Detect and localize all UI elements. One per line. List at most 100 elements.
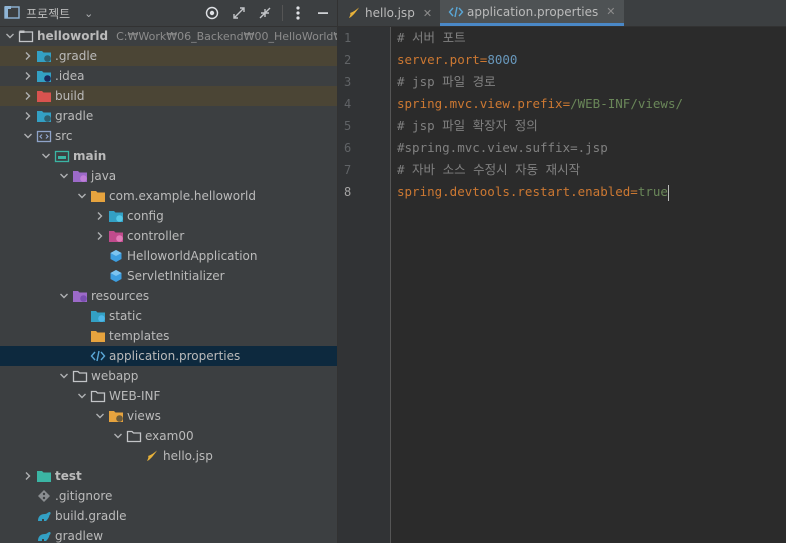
tree-item-label: exam00 [145, 429, 194, 443]
tree-item-test[interactable]: test [0, 466, 337, 486]
chevron-right-icon[interactable] [92, 226, 108, 246]
tree-item-label: main [73, 149, 107, 163]
property-value: true [637, 184, 668, 199]
chevron-down-icon[interactable] [38, 146, 54, 166]
line-number: 5 [344, 119, 352, 133]
chevron-down-icon[interactable] [92, 406, 108, 426]
tree-item-static[interactable]: static [0, 306, 337, 326]
code-line[interactable]: spring.mvc.view.prefix=/WEB-INF/views/ [397, 93, 786, 115]
code-line[interactable]: spring.devtools.restart.enabled=true [397, 181, 786, 203]
tree-item-resources[interactable]: resources [0, 286, 337, 306]
chevron-right-icon[interactable] [20, 466, 36, 486]
tree-item-hello-jsp[interactable]: hello.jsp [0, 446, 337, 466]
tree-item-webapp[interactable]: webapp [0, 366, 337, 386]
tree-item-views[interactable]: views [0, 406, 337, 426]
tree-item-idea[interactable]: .idea [0, 66, 337, 86]
tree-item-label: java [91, 169, 117, 183]
properties-file-icon [90, 348, 106, 364]
tree-item-label: templates [109, 329, 170, 343]
project-panel: 프로젝트 ⌄ helloworld C:₩Work₩06_Backend₩00_H… [0, 0, 337, 543]
project-tree: helloworld C:₩Work₩06_Backend₩00_HelloWor… [0, 26, 337, 543]
chevron-down-icon[interactable] [56, 166, 72, 186]
tree-item-application-properties[interactable]: application.properties [0, 346, 337, 366]
expand-all-icon[interactable] [230, 4, 248, 22]
tree-item-build[interactable]: build [0, 86, 337, 106]
more-icon[interactable] [289, 4, 307, 22]
tree-item-templates[interactable]: templates [0, 326, 337, 346]
tree-item-label: HelloworldApplication [127, 249, 258, 263]
tree-item-helloworldapplication[interactable]: HelloworldApplication [0, 246, 337, 266]
locate-icon[interactable] [203, 4, 221, 22]
spring-class-icon [108, 268, 124, 284]
tab-label: hello.jsp [365, 6, 415, 20]
tree-item-label: gradlew [55, 529, 104, 543]
code-lines[interactable]: # 서버 포트 server.port=8000 # jsp 파일 경로 spring… [391, 27, 786, 543]
editor-area: hello.jsp ✕ application.properties ✕ 1 2 3 4 5 6… [337, 0, 786, 543]
tree-item-gradle[interactable]: .gradle [0, 46, 337, 66]
tab-hello-jsp[interactable]: hello.jsp ✕ [338, 0, 440, 26]
no-arrow-spacer [92, 266, 108, 286]
tree-item-config[interactable]: config [0, 206, 337, 226]
gradle-file-icon [36, 508, 52, 524]
tree-item-gitignore[interactable]: .gitignore [0, 486, 337, 506]
plain-folder-icon [72, 368, 88, 384]
close-icon[interactable]: ✕ [606, 5, 615, 18]
chevron-right-icon[interactable] [20, 86, 36, 106]
tab-application-properties[interactable]: application.properties ✕ [440, 0, 624, 26]
tree-item-exam00[interactable]: exam00 [0, 426, 337, 446]
chevron-down-icon[interactable] [110, 426, 126, 446]
chevron-down-icon[interactable] [20, 126, 36, 146]
no-arrow-spacer [20, 506, 36, 526]
spring-class-icon [108, 248, 124, 264]
code-comment: # 자바 소스 수정시 자동 재시작 [397, 162, 581, 177]
tree-item-main[interactable]: main [0, 146, 337, 166]
config-package-icon [108, 208, 124, 224]
chevron-down-icon[interactable] [74, 386, 90, 406]
code-line[interactable]: #spring.mvc.view.suffix=.jsp [397, 137, 786, 159]
tree-item-web-inf[interactable]: WEB-INF [0, 386, 337, 406]
code-line[interactable]: # 자바 소스 수정시 자동 재시작 [397, 159, 786, 181]
chevron-down-icon[interactable] [56, 366, 72, 386]
tab-label: application.properties [467, 4, 599, 19]
tree-item-label: build.gradle [55, 509, 127, 523]
property-value: 8000 [487, 52, 518, 67]
code-line[interactable]: server.port=8000 [397, 49, 786, 71]
module-folder-icon [18, 28, 34, 44]
code-line[interactable]: # jsp 파일 확장자 정의 [397, 115, 786, 137]
chevron-right-icon[interactable] [20, 66, 36, 86]
line-number: 8 [344, 185, 352, 199]
tree-item-build-gradle[interactable]: build.gradle [0, 506, 337, 526]
tree-item-java[interactable]: java [0, 166, 337, 186]
tree-item-controller[interactable]: controller [0, 226, 337, 246]
chevron-down-icon[interactable] [74, 186, 90, 206]
web-folder-icon [90, 308, 106, 324]
project-view-selector[interactable]: 프로젝트 ⌄ [0, 5, 93, 22]
project-folder-icon [4, 5, 20, 22]
editor-tabs: hello.jsp ✕ application.properties ✕ [338, 0, 786, 27]
tree-item-servletinitializer[interactable]: ServletInitializer [0, 266, 337, 286]
chevron-down-icon[interactable] [56, 286, 72, 306]
folder-icon [90, 328, 106, 344]
controller-package-icon [108, 228, 124, 244]
gradle-folder-icon [36, 48, 52, 64]
property-key: spring.devtools.restart.enabled [397, 184, 631, 199]
code-line[interactable]: # jsp 파일 경로 [397, 71, 786, 93]
chevron-right-icon[interactable] [20, 106, 36, 126]
tree-item-gradle[interactable]: gradle [0, 106, 337, 126]
property-key: server.port [397, 52, 480, 67]
chevron-right-icon[interactable] [20, 46, 36, 66]
hide-icon[interactable] [314, 4, 332, 22]
chevron-right-icon[interactable] [92, 206, 108, 226]
code-comment: # 서버 포트 [397, 30, 466, 45]
tree-item-gradlew[interactable]: gradlew [0, 526, 337, 543]
tree-item-src[interactable]: src [0, 126, 337, 146]
no-arrow-spacer [92, 246, 108, 266]
code-line[interactable]: # 서버 포트 [397, 27, 786, 49]
code-editor[interactable]: 12345678 # 서버 포트 server.port=8000 # jsp 파일… [338, 27, 786, 543]
chevron-down-icon[interactable] [2, 26, 18, 46]
no-arrow-spacer [74, 346, 90, 366]
tree-item-com-example-helloworld[interactable]: com.example.helloworld [0, 186, 337, 206]
close-icon[interactable]: ✕ [423, 7, 432, 20]
tree-item-helloworld[interactable]: helloworld C:₩Work₩06_Backend₩00_HelloWor… [0, 26, 337, 46]
collapse-all-icon[interactable] [256, 4, 274, 22]
